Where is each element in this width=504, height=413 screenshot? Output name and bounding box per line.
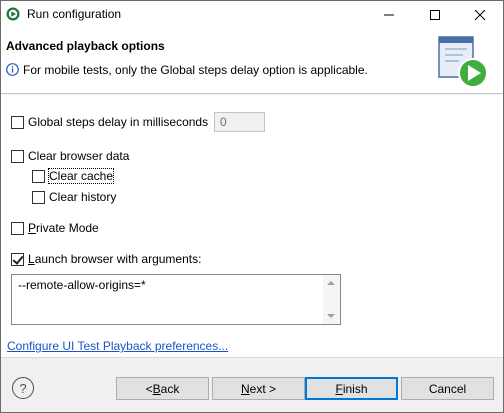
clear-history-option[interactable]: Clear history xyxy=(32,190,116,204)
clear-cache-label: Clear cache xyxy=(47,168,115,184)
close-button[interactable] xyxy=(457,1,503,28)
next-button[interactable]: Next > xyxy=(212,377,305,400)
info-icon xyxy=(6,63,19,76)
help-button[interactable]: ? xyxy=(12,377,34,399)
launch-with-args-option[interactable]: Launch browser with arguments: xyxy=(11,252,201,266)
finish-button[interactable]: Finish xyxy=(305,377,398,400)
private-mode-option[interactable]: Private Mode xyxy=(11,221,99,235)
launch-with-args-checkbox[interactable] xyxy=(11,252,24,266)
scroll-up-icon[interactable] xyxy=(327,281,335,285)
close-icon xyxy=(475,9,485,20)
private-mode-label: Private Mode xyxy=(28,221,99,235)
launch-with-args-label: Launch browser with arguments: xyxy=(28,252,202,266)
private-mode-checkbox[interactable] xyxy=(11,221,24,235)
playback-wizard-graphic xyxy=(438,36,488,88)
global-delay-label: Global steps delay in milliseconds xyxy=(28,115,209,129)
banner-message: For mobile tests, only the Global steps … xyxy=(23,63,368,77)
cancel-button[interactable]: Cancel xyxy=(401,377,494,400)
title-bar: Run configuration xyxy=(1,1,503,28)
page-title: Advanced playback options xyxy=(6,39,165,53)
clear-history-checkbox[interactable] xyxy=(32,190,45,204)
help-icon: ? xyxy=(19,380,27,396)
clear-cache-checkbox[interactable] xyxy=(32,169,45,183)
window-title: Run configuration xyxy=(27,7,122,21)
browser-arguments-textarea[interactable]: --remote-allow-origins=* xyxy=(11,274,341,325)
button-bar: ? < Back Next > Finish Cancel xyxy=(1,357,503,412)
playback-preferences-link[interactable]: Configure UI Test Playback preferences..… xyxy=(7,339,228,353)
wizard-banner: Advanced playback options For mobile tes… xyxy=(1,28,503,94)
scroll-down-icon[interactable] xyxy=(327,314,335,318)
arguments-scrollbar[interactable] xyxy=(323,275,340,324)
clear-browser-data-checkbox[interactable] xyxy=(11,149,24,163)
clear-history-label: Clear history xyxy=(49,190,117,204)
run-configuration-icon xyxy=(6,7,20,21)
minimize-icon xyxy=(384,14,394,15)
maximize-icon xyxy=(430,9,440,20)
run-configuration-dialog: Run configuration Advanced playback opti… xyxy=(0,0,504,413)
back-button[interactable]: < Back xyxy=(116,377,209,400)
clear-browser-data-option[interactable]: Clear browser data xyxy=(11,149,129,163)
global-delay-input[interactable]: 0 xyxy=(214,112,265,132)
maximize-button[interactable] xyxy=(412,1,458,28)
clear-browser-data-label: Clear browser data xyxy=(28,149,130,163)
minimize-button[interactable] xyxy=(366,1,412,28)
global-delay-option[interactable]: Global steps delay in milliseconds xyxy=(11,115,208,129)
options-panel: Global steps delay in milliseconds 0 Cle… xyxy=(1,95,503,357)
global-delay-checkbox[interactable] xyxy=(11,115,24,129)
browser-arguments-value: --remote-allow-origins=* xyxy=(18,278,146,292)
clear-cache-option[interactable]: Clear cache xyxy=(32,168,115,184)
